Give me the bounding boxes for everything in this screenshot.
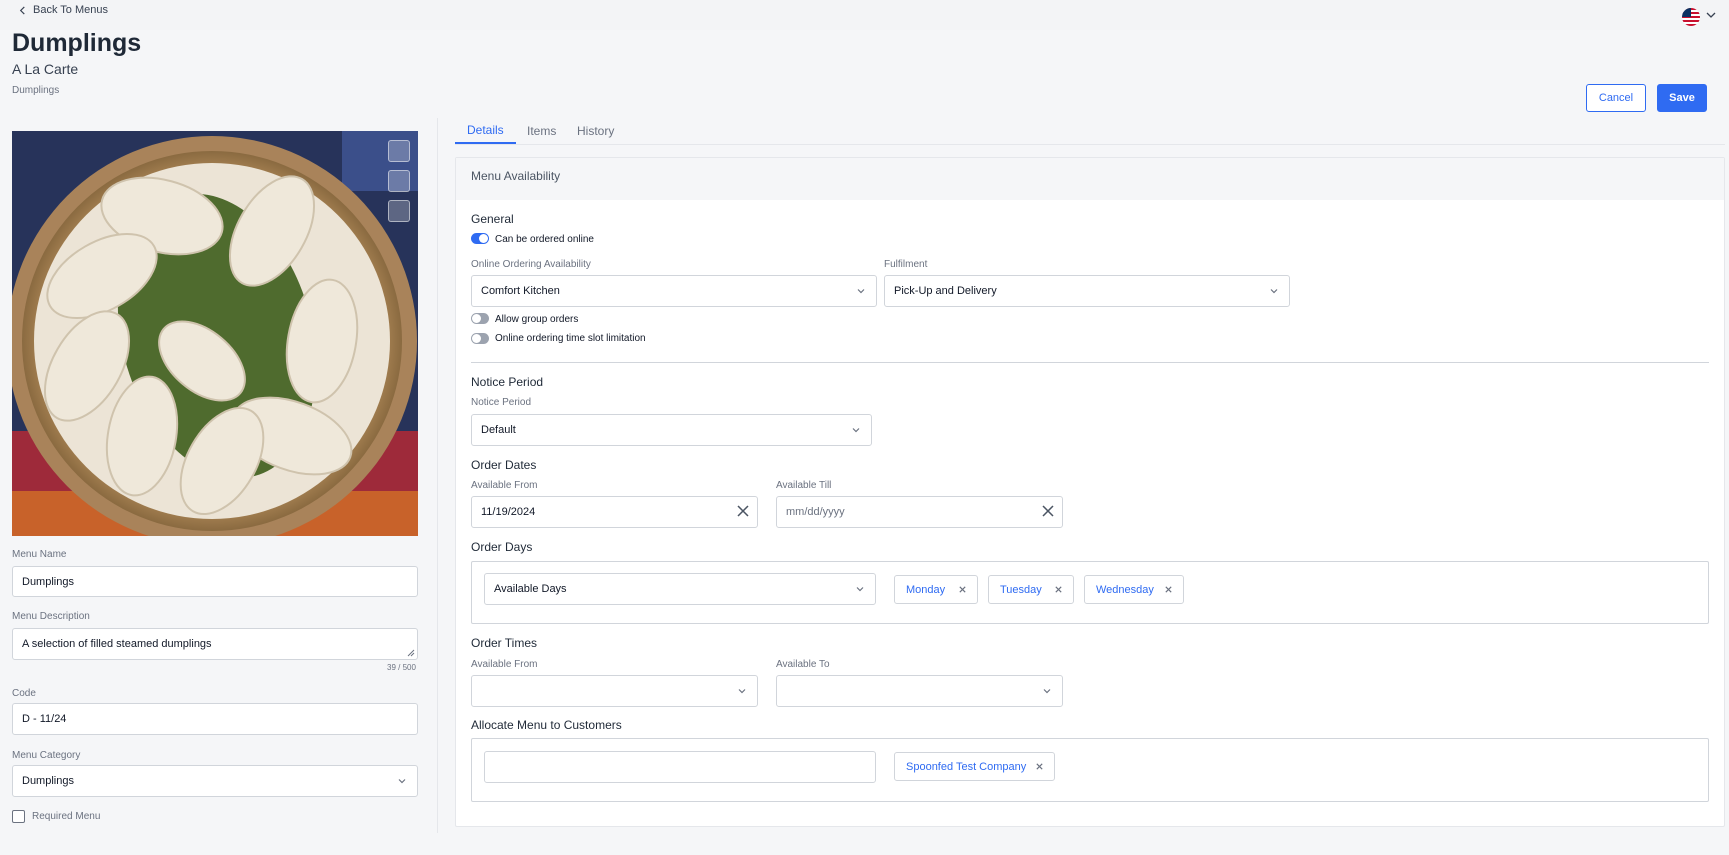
column-divider <box>437 118 438 833</box>
section-divider <box>471 362 1709 363</box>
menu-description-textarea[interactable]: A selection of filled steamed dumplings <box>12 628 418 660</box>
breadcrumb: Dumplings <box>12 85 60 96</box>
cancel-button[interactable]: Cancel <box>1586 84 1646 112</box>
clear-icon[interactable] <box>737 505 749 517</box>
chevron-left-icon <box>19 5 25 15</box>
available-from-date-input[interactable]: 11/19/2024 <box>471 496 758 528</box>
image-edit-icon[interactable] <box>388 140 410 162</box>
online-ordering-availability-label: Online Ordering Availability <box>471 259 591 270</box>
chevron-down-icon <box>857 289 865 294</box>
menu-availability-panel <box>455 157 1725 827</box>
menu-name-value: Dumplings <box>22 575 74 588</box>
chevron-down-icon[interactable] <box>1705 9 1717 21</box>
day-chip-tuesday[interactable]: Tuesday <box>988 575 1074 604</box>
available-from-time-label: Available From <box>471 659 538 670</box>
order-days-heading: Order Days <box>471 540 533 554</box>
page-title: Dumplings <box>12 29 142 57</box>
image-upload-icon[interactable] <box>388 200 410 222</box>
order-dates-heading: Order Dates <box>471 458 537 472</box>
code-value: D - 11/24 <box>22 713 67 725</box>
allocate-customers-heading: Allocate Menu to Customers <box>471 718 622 732</box>
back-link-label: Back To Menus <box>33 4 109 16</box>
chevron-down-icon <box>1043 689 1051 694</box>
fulfilment-select[interactable]: Pick-Up and Delivery <box>884 275 1290 307</box>
menu-description-label: Menu Description <box>12 611 90 622</box>
menu-image[interactable] <box>12 131 418 536</box>
menu-category-value: Dumplings <box>22 775 74 787</box>
allow-group-orders-label: Allow group orders <box>495 314 579 325</box>
can-be-ordered-online-label: Can be ordered online <box>495 234 594 245</box>
remove-icon[interactable] <box>1054 585 1063 594</box>
available-to-time-select[interactable] <box>776 675 1063 707</box>
available-from-date-label: Available From <box>471 480 538 491</box>
chevron-down-icon <box>1270 289 1278 294</box>
customer-chip[interactable]: Spoonfed Test Company <box>894 752 1055 781</box>
available-days-select[interactable]: Available Days <box>484 573 876 605</box>
available-till-date-input[interactable]: mm/dd/yyyy <box>776 496 1063 528</box>
time-slot-limitation-toggle[interactable] <box>471 333 489 344</box>
active-tab-indicator <box>455 142 516 144</box>
can-be-ordered-online-toggle[interactable] <box>471 233 489 244</box>
tab-details[interactable]: Details <box>467 123 504 137</box>
day-chip-wednesday[interactable]: Wednesday <box>1084 575 1184 604</box>
day-chip-monday[interactable]: Monday <box>894 575 978 604</box>
available-from-time-select[interactable] <box>471 675 758 707</box>
notice-period-value: Default <box>481 424 516 436</box>
menu-name-label: Menu Name <box>12 549 67 560</box>
online-ordering-availability-select[interactable]: Comfort Kitchen <box>471 275 877 307</box>
online-ordering-availability-value: Comfort Kitchen <box>481 285 560 297</box>
menu-description-value: A selection of filled steamed dumplings <box>22 638 212 650</box>
available-till-date-label: Available Till <box>776 480 832 491</box>
chevron-down-icon <box>856 587 864 592</box>
dumplings-photo <box>12 131 418 536</box>
order-times-heading: Order Times <box>471 636 538 650</box>
resize-handle-icon[interactable] <box>407 649 415 657</box>
tab-bar <box>455 118 1725 145</box>
top-bar <box>0 0 1729 30</box>
panel-header <box>456 158 1724 200</box>
fulfilment-value: Pick-Up and Delivery <box>894 285 997 297</box>
panel-title: Menu Availability <box>471 169 561 183</box>
notice-period-label: Notice Period <box>471 397 532 408</box>
chevron-down-icon <box>738 689 746 694</box>
code-input[interactable]: D - 11/24 <box>12 703 418 735</box>
day-chip-label: Monday <box>906 583 946 596</box>
available-days-value: Available Days <box>494 583 567 595</box>
tab-history[interactable]: History <box>577 124 614 138</box>
customer-search-input[interactable] <box>484 751 876 783</box>
image-crop-icon[interactable] <box>388 170 410 192</box>
clear-icon[interactable] <box>1042 505 1054 517</box>
menu-name-input[interactable]: Dumplings <box>12 566 418 597</box>
available-from-date-value: 11/19/2024 <box>481 506 536 518</box>
menu-category-select[interactable]: Dumplings <box>12 765 418 797</box>
description-counter: 39 / 500 <box>387 663 416 672</box>
remove-icon[interactable] <box>1035 762 1044 771</box>
available-till-date-placeholder: mm/dd/yyyy <box>786 506 845 518</box>
notice-period-select[interactable]: Default <box>471 414 872 446</box>
code-label: Code <box>12 688 36 699</box>
allow-group-orders-toggle[interactable] <box>471 313 489 324</box>
available-to-time-label: Available To <box>776 659 830 670</box>
us-flag-icon[interactable] <box>1682 8 1700 26</box>
time-slot-limitation-label: Online ordering time slot limitation <box>495 333 646 344</box>
general-heading: General <box>471 212 514 226</box>
required-menu-checkbox[interactable] <box>12 810 25 823</box>
notice-period-heading: Notice Period <box>471 375 544 389</box>
chevron-down-icon <box>852 428 860 433</box>
save-button[interactable]: Save <box>1657 84 1707 112</box>
chevron-down-icon <box>398 779 406 784</box>
page-subtitle: A La Carte <box>12 61 79 77</box>
remove-icon[interactable] <box>958 585 967 594</box>
day-chip-label: Tuesday <box>1000 583 1042 596</box>
fulfilment-label: Fulfilment <box>884 259 928 270</box>
customer-chip-label: Spoonfed Test Company <box>906 760 1027 773</box>
required-menu-label: Required Menu <box>32 811 101 822</box>
remove-icon[interactable] <box>1164 585 1173 594</box>
day-chip-label: Wednesday <box>1096 583 1154 596</box>
menu-category-label: Menu Category <box>12 750 81 761</box>
back-to-menus-link[interactable]: Back To Menus <box>18 4 108 16</box>
image-toolbar <box>388 140 410 222</box>
tab-items[interactable]: Items <box>527 124 556 138</box>
